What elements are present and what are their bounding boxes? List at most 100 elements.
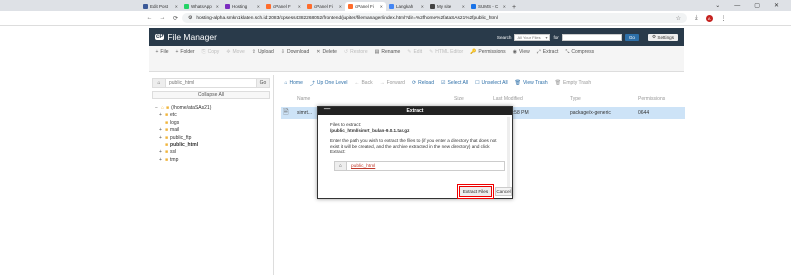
delete-button[interactable]: ✕ Delete [313,49,341,55]
home-button[interactable]: ⌂ Home [281,80,306,86]
up-one-level-button[interactable]: ⤴ Up One Level [306,80,351,87]
column-last-modified[interactable]: Last Modified [493,96,523,102]
column-permissions[interactable]: Permissions [638,96,665,102]
maximize-icon[interactable]: ▢ [754,2,760,9]
close-icon[interactable]: ✕ [298,4,301,9]
tree-item[interactable]: + ■ mail [155,127,267,134]
browser-tab[interactable]: Hosting ✕ [222,2,263,11]
back-icon[interactable]: ← [143,15,156,21]
browser-toolbar: ← → ⟳ ⚙ hosting-alpha.smkn1klaten.sch.id… [0,11,791,26]
site-info-icon[interactable]: ⚙ [188,16,192,21]
close-icon[interactable]: ✕ [503,4,506,9]
destination-input[interactable]: public_html [347,164,375,169]
expand-toggle-icon[interactable]: + [159,127,163,134]
up-level-icon: ⤴ [309,80,315,87]
delete-icon: ✕ [316,49,321,55]
download-button[interactable]: ⇩ Download [277,49,312,55]
file-button[interactable]: + File [152,49,172,55]
folder-button[interactable]: + Folder [172,49,198,55]
column-size[interactable]: Size [454,96,464,102]
reload-button[interactable]: ⟳ Reload [408,80,437,86]
bookmark-star-icon[interactable]: ☆ [676,15,681,22]
folder-icon: ■ [165,149,169,156]
tab-title: cPanel F [273,4,291,9]
dialog-body: Files to extract: /public_html/simrt_bul… [330,122,501,155]
path-input[interactable]: public_html [165,79,257,87]
browser-tab[interactable]: My site ✕ [427,2,468,11]
tree-item[interactable]: ■ logs [155,120,267,127]
download-icon[interactable]: ⤓ [695,15,698,22]
tree-item[interactable]: − ⌂ ■ (/home/ataSAs21) [155,105,267,112]
tree-item[interactable]: + ■ etc [155,112,267,119]
minimize-icon[interactable]: — [734,3,740,9]
select-all-button[interactable]: ☑ Select All [438,80,472,86]
copy-button[interactable]: ⎘ Copy [198,49,223,55]
column-type[interactable]: Type [570,96,581,102]
expand-toggle-icon[interactable]: + [159,157,163,164]
search-scope-select[interactable]: All Your Files ▾ [514,33,551,41]
expand-toggle-icon[interactable]: + [159,149,163,156]
toolbar-label: Move [232,49,245,55]
close-icon[interactable]: ✕ [175,4,178,9]
nav-label: Home [289,80,303,86]
close-icon[interactable]: ✕ [421,4,424,9]
back-button[interactable]: ← Back [351,80,376,86]
new-tab-button[interactable]: + [512,4,516,11]
expand-toggle-icon[interactable]: + [159,135,163,142]
close-icon[interactable]: ✕ [339,4,342,9]
file-manager-title: File Manager [167,32,217,42]
dialog-scrollbar[interactable] [507,117,510,187]
browser-menu-icon[interactable]: ⋮ [721,15,727,22]
tree-item[interactable]: ■ public_html [155,142,267,149]
empty-trash-button[interactable]: 🗑 Empty Trash [551,80,594,86]
reload-icon[interactable]: ⟳ [169,15,182,22]
close-icon[interactable]: ✕ [216,4,219,9]
move-button[interactable]: ✥ Move [223,49,248,55]
tab-title: Hosting [232,4,248,9]
close-icon[interactable]: ✕ [462,4,465,9]
browser-tab[interactable]: Edit Post ✕ [140,2,181,11]
browser-tab[interactable]: cPanel F ✕ [263,2,304,11]
forward-icon[interactable]: → [156,15,169,21]
search-go-button[interactable]: Go [624,33,639,41]
browser-tab[interactable]: cPanel Fi ✕ [345,2,386,11]
browser-tab[interactable]: SUMS - C ✕ [468,2,509,11]
profile-avatar[interactable]: A [705,14,713,22]
expand-toggle-icon[interactable]: − [155,105,159,112]
path-go-button[interactable]: Go [257,80,269,86]
browser-tab[interactable]: cPanel Fi ✕ [304,2,345,11]
destination-field[interactable]: ⌂ public_html [334,161,505,171]
close-icon[interactable]: ✕ [774,2,779,9]
view-button[interactable]: ◉ View [509,49,533,55]
settings-button[interactable]: ⚙ Settings [647,33,678,41]
extract-button[interactable]: ⤢ Extract [533,49,562,55]
upload-button[interactable]: ⇪ Upload [248,49,277,55]
expand-toggle-icon[interactable]: + [159,112,163,119]
address-bar[interactable]: ⚙ hosting-alpha.smkn1klaten.sch.id:2083/… [182,13,687,23]
close-icon[interactable]: ✕ [257,4,260,9]
permissions-button[interactable]: 🔑 Permissions [467,49,509,55]
cancel-button[interactable]: Cancel [495,187,512,196]
tree-item[interactable]: + ■ ssl [155,149,267,156]
restore-button[interactable]: ↺ Restore [340,49,371,55]
tab-search-icon[interactable]: ⌄ [715,2,720,9]
compress-button[interactable]: ⤡ Compress [562,49,598,55]
browser-tab[interactable]: Langkah ✕ [386,2,427,11]
view-trash-button[interactable]: 🗑 View Trash [511,80,551,86]
collapse-all-button[interactable]: Collapse All [152,91,270,99]
unselect-all-button[interactable]: ☐ Unselect All [472,80,512,86]
toolbar-label: Edit [413,49,423,55]
html-editor-button[interactable]: ✎ HTML Editor [426,49,467,55]
directory-tree: − ⌂ ■ (/home/ataSAs21) + ■ etc ■ logs + ■ mail + ■ pub… [149,101,273,168]
browser-tab[interactable]: WhatsApp ✕ [181,2,222,11]
close-icon[interactable]: ✕ [380,4,383,9]
rename-button[interactable]: ▤ Rename [371,49,404,55]
trash-icon: 🗑 [514,80,522,86]
tree-item[interactable]: + ■ tmp [155,157,267,164]
edit-button[interactable]: ✎ Edit [404,49,426,55]
column-name[interactable]: Name [297,96,310,102]
extract-files-button[interactable]: Extract Files [457,184,494,199]
search-input[interactable] [561,33,622,41]
tree-item[interactable]: + ■ public_ftp [155,135,267,142]
forward-button[interactable]: → Forward [376,80,408,86]
